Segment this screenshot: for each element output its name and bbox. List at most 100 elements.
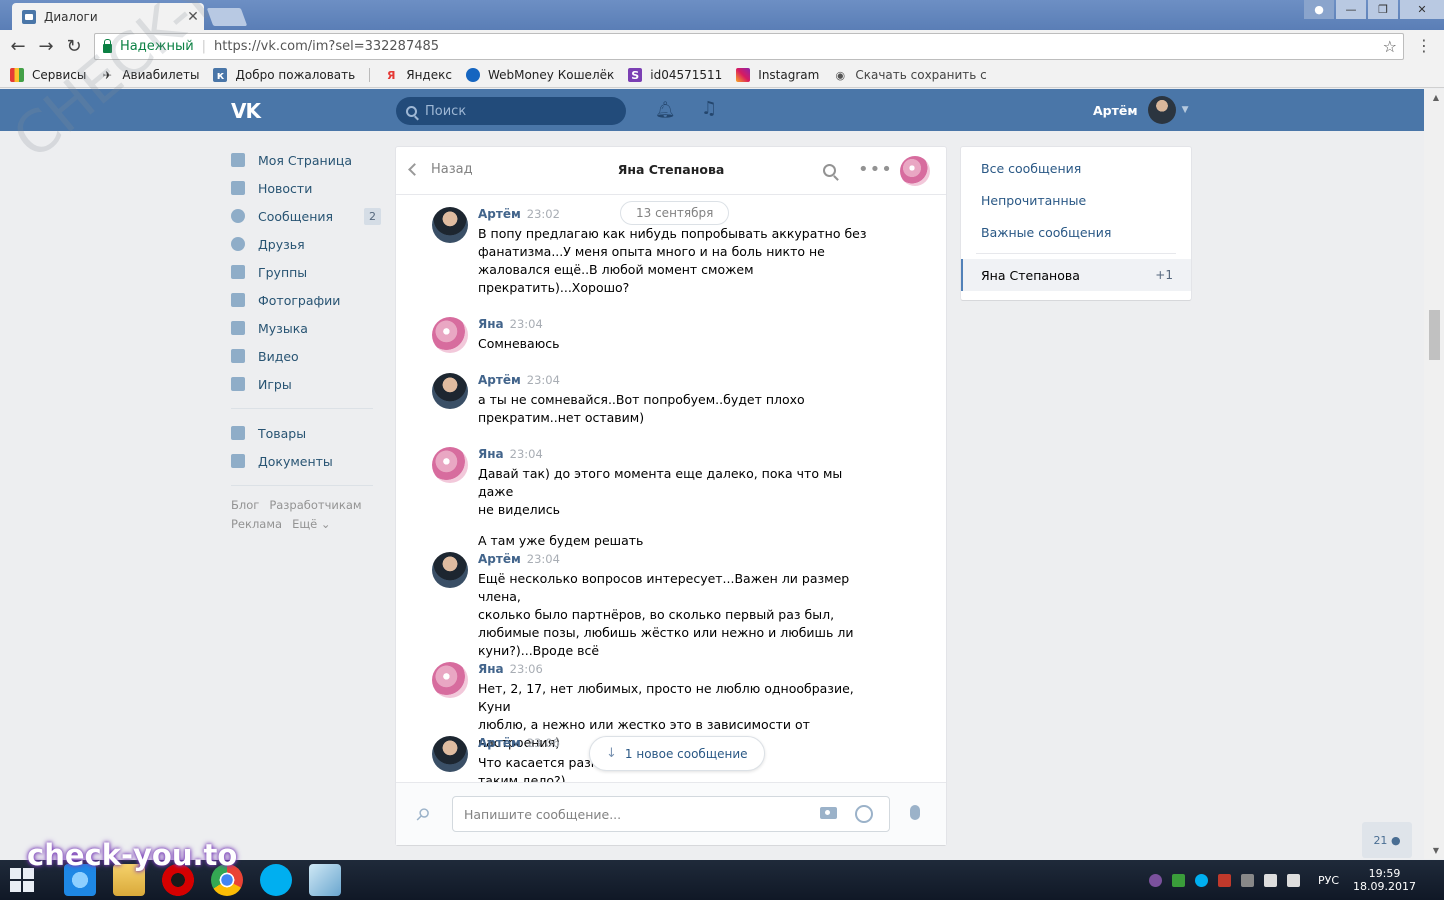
games-icon xyxy=(231,377,245,391)
message-author[interactable]: Яна xyxy=(478,447,504,461)
message-author[interactable]: Яна xyxy=(478,317,504,331)
avatar xyxy=(1147,96,1176,124)
skype-tray-icon[interactable] xyxy=(1194,873,1208,887)
skype-icon[interactable] xyxy=(260,864,292,896)
avatar[interactable] xyxy=(432,736,468,772)
online-friends-button[interactable]: 21 ● xyxy=(1362,822,1412,858)
footer-link-ads[interactable]: Реклама xyxy=(231,517,282,531)
message[interactable]: Яна 23:04 Сомневаюсь xyxy=(432,317,872,353)
avatar[interactable] xyxy=(432,207,468,243)
scroll-up-icon[interactable]: ▲ xyxy=(1433,93,1439,102)
filter-important[interactable]: Важные сообщения xyxy=(961,216,1191,248)
forward-arrow-icon[interactable]: → xyxy=(32,33,60,61)
camera-icon[interactable] xyxy=(820,807,837,819)
bell-icon[interactable]: 🔔︎ xyxy=(655,100,675,119)
sidebar-item-video[interactable]: Видео xyxy=(231,342,381,370)
microphone-icon[interactable] xyxy=(910,805,920,820)
viber-icon[interactable] xyxy=(1148,873,1162,887)
footer-link-more[interactable]: Ещё ⌄ xyxy=(292,517,330,531)
sidebar-item-games[interactable]: Игры xyxy=(231,370,381,398)
avatar[interactable] xyxy=(900,156,930,186)
message-input[interactable]: Напишите сообщение... xyxy=(452,796,890,832)
sidebar-item-music[interactable]: Музыка xyxy=(231,314,381,342)
sidebar-item-goods[interactable]: Товары xyxy=(231,419,381,447)
more-icon[interactable]: ••• xyxy=(858,159,893,180)
search-icon[interactable] xyxy=(823,164,836,177)
message-author[interactable]: Артём xyxy=(478,373,521,387)
reload-icon[interactable]: ↻ xyxy=(60,33,88,61)
scroll-down-icon[interactable]: ▼ xyxy=(1433,846,1439,855)
search-icon xyxy=(406,105,417,117)
avatar[interactable] xyxy=(432,317,468,353)
emoji-icon[interactable] xyxy=(855,805,873,823)
close-window-button[interactable]: ✕ xyxy=(1400,0,1444,19)
music-note-icon[interactable]: ♫ xyxy=(701,98,717,119)
minimize-button[interactable]: — xyxy=(1336,0,1366,19)
filter-all-messages[interactable]: Все сообщения xyxy=(961,152,1191,184)
tray-x-icon[interactable] xyxy=(1217,873,1231,887)
restore-button[interactable]: ❐ xyxy=(1368,0,1398,19)
user-menu[interactable]: Артём ▼ xyxy=(1093,96,1188,124)
profile-icon[interactable]: ● xyxy=(1304,0,1334,19)
tray-app-icon[interactable] xyxy=(1171,873,1185,887)
sidebar-item-photos[interactable]: Фотографии xyxy=(231,286,381,314)
chrome-menu-icon[interactable]: ⋮ xyxy=(1416,36,1432,55)
bookmark-avia[interactable]: ✈ Авиабилеты xyxy=(100,68,200,82)
filter-unread[interactable]: Непрочитанные xyxy=(961,184,1191,216)
footer-link-dev[interactable]: Разработчикам xyxy=(269,498,361,512)
search-input[interactable]: Поиск xyxy=(396,97,626,125)
notepad-icon[interactable] xyxy=(309,864,341,896)
page-scrollbar[interactable]: ▲ ▼ xyxy=(1424,89,1444,859)
language-indicator[interactable]: РУС xyxy=(1318,874,1339,887)
message-time: 23:06 xyxy=(526,736,560,750)
new-message-button[interactable]: ↓ 1 новое сообщение xyxy=(589,736,765,771)
scroll-thumb[interactable] xyxy=(1429,310,1440,360)
vk-header: VK Поиск 🔔︎ ♫ Артём ▼ xyxy=(0,89,1424,131)
sidebar-item-my-page[interactable]: Моя Страница xyxy=(231,146,381,174)
message-time: 23:02 xyxy=(526,207,560,221)
footer-link-blog[interactable]: Блог xyxy=(231,498,259,512)
message-author[interactable]: Артём xyxy=(478,736,521,750)
address-bar[interactable]: Надежный | https://vk.com/im?sel=3322874… xyxy=(94,33,1404,60)
message-author[interactable]: Яна xyxy=(478,662,504,676)
avatar[interactable] xyxy=(432,552,468,588)
sidebar-item-groups[interactable]: Группы xyxy=(231,258,381,286)
clock-time: 19:59 xyxy=(1368,867,1401,880)
bookmark-vk[interactable]: к Добро пожаловать xyxy=(213,68,355,82)
clock[interactable]: 19:59 18.09.2017 xyxy=(1353,867,1416,893)
new-tab-button[interactable] xyxy=(206,8,248,26)
tray-tools-icon[interactable] xyxy=(1240,873,1254,887)
sidebar-item-friends[interactable]: Друзья xyxy=(231,230,381,258)
bookmark-webmoney[interactable]: WebMoney Кошелёк xyxy=(465,68,614,82)
back-arrow-icon[interactable]: ← xyxy=(4,33,32,61)
network-icon[interactable] xyxy=(1263,873,1277,887)
message-list[interactable]: 13 сентября Артём 23:02 В попу предлагаю … xyxy=(396,196,946,782)
bookmark-yandex[interactable]: Я Яндекс xyxy=(384,68,452,82)
paperclip-icon[interactable]: ⚲ xyxy=(411,804,434,827)
sidebar-item-documents[interactable]: Документы xyxy=(231,447,381,475)
sidebar-item-news[interactable]: Новости xyxy=(231,174,381,202)
volume-icon[interactable] xyxy=(1286,873,1300,887)
bookmark-apps[interactable]: Сервисы xyxy=(10,68,86,82)
vk-logo[interactable]: VK xyxy=(231,99,261,123)
bookmark-id[interactable]: Sid04571511 xyxy=(628,68,722,82)
conversation-name: Яна Степанова xyxy=(981,267,1080,283)
conversation-item[interactable]: Яна Степанова +1 xyxy=(961,259,1191,291)
bookmark-download[interactable]: ◉ Скачать сохранить с xyxy=(833,68,987,82)
message[interactable]: Яна 23:04 Давай так) до этого момента еще… xyxy=(432,447,872,550)
avatar[interactable] xyxy=(432,447,468,483)
browser-tab[interactable]: Диалоги ✕ xyxy=(12,3,204,30)
bookmark-instagram[interactable]: Instagram xyxy=(736,68,819,82)
message-author[interactable]: Артём xyxy=(478,207,521,221)
avatar[interactable] xyxy=(432,373,468,409)
message[interactable]: Артём 23:04 Ещё несколько вопросов интере… xyxy=(432,552,872,660)
sidebar-item-messages[interactable]: Сообщения 2 xyxy=(231,202,381,230)
close-tab-icon[interactable]: ✕ xyxy=(182,9,204,25)
url-text[interactable]: https://vk.com/im?sel=332287485 xyxy=(214,39,439,54)
bookmark-star-icon[interactable]: ☆ xyxy=(1383,37,1397,56)
message[interactable]: Артём 23:04 а ты не сомневайся..Вот попро… xyxy=(432,373,872,427)
avatar[interactable] xyxy=(432,662,468,698)
message-author[interactable]: Артём xyxy=(478,552,521,566)
lock-icon xyxy=(103,39,112,53)
vk-icon: к xyxy=(213,68,228,82)
